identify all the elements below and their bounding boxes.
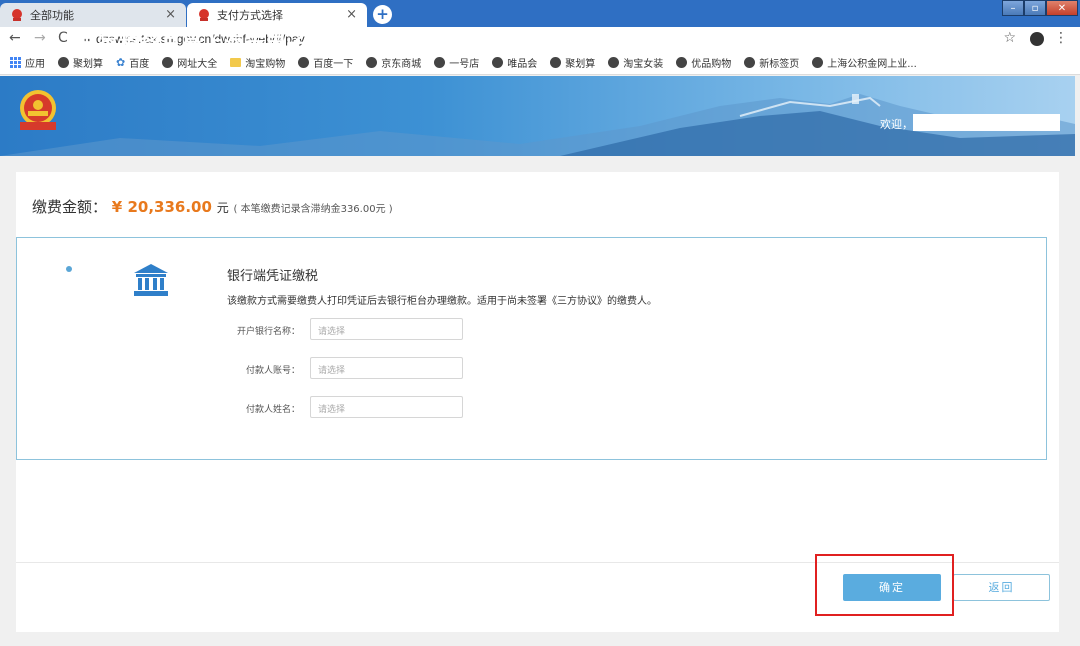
new-tab-button[interactable]: + <box>373 5 392 24</box>
late-fee-note: ( 本笔缴费记录含滞纳金336.00元 ) <box>233 204 393 215</box>
globe-icon <box>492 57 504 68</box>
globe-icon <box>162 57 174 68</box>
payment-method-card <box>16 237 1047 460</box>
payment-amount-line: 缴费金额： ¥ 20,336.00 元 ( 本笔缴费记录含滞纳金336.00元 … <box>32 196 393 217</box>
bookmark-label: 京东商城 <box>381 59 422 70</box>
bank-name-select[interactable]: 请选择 <box>310 318 463 340</box>
bookmark-label: 淘宝购物 <box>245 59 286 70</box>
globe-icon <box>608 57 620 68</box>
apps-grid-icon <box>10 57 21 68</box>
user-name-redacted <box>913 114 1060 131</box>
bookmark-label: 优品购物 <box>691 59 732 70</box>
account-icon[interactable] <box>1030 32 1044 46</box>
globe-icon <box>812 57 824 68</box>
bank-icon <box>134 264 168 296</box>
folder-icon <box>230 58 242 67</box>
payer-account-select[interactable]: 请选择 <box>310 357 463 379</box>
globe-icon <box>366 57 378 68</box>
confirm-highlight-annotation <box>815 554 954 616</box>
bookmark-label: 新标签页 <box>759 59 800 70</box>
globe-icon <box>58 57 69 68</box>
tax-emblem-favicon-icon <box>12 9 22 21</box>
site-title: 国家税务总局上海市电子税务局 <box>77 31 371 55</box>
bookmark-item[interactable]: 百度一下 <box>298 55 353 70</box>
globe-icon <box>434 57 446 68</box>
bookmark-item[interactable]: 上海公积金网上业... <box>812 55 917 70</box>
bookmark-item[interactable]: ✿ 百度 <box>116 55 149 70</box>
bookmark-item[interactable]: 唯品会 <box>492 55 537 70</box>
bookmark-apps[interactable]: 应用 <box>10 55 45 70</box>
bookmark-item[interactable]: 聚划算 <box>58 55 103 70</box>
tab-close-icon[interactable]: × <box>346 7 357 22</box>
method-description: 该缴款方式需要缴费人打印凭证后去银行柜台办理缴款。适用于尚未签署《三方协议》的缴… <box>227 296 657 307</box>
bookmark-item[interactable]: 新标签页 <box>744 55 799 70</box>
reload-icon[interactable]: C <box>58 30 68 46</box>
globe-icon <box>676 57 688 68</box>
payer-name-select[interactable]: 请选择 <box>310 396 463 418</box>
minimize-button[interactable]: – <box>1002 0 1024 16</box>
tab-label: 支付方式选择 <box>217 9 283 22</box>
welcome-text: 欢迎， <box>880 118 913 131</box>
payer-account-label: 付款人账号： <box>245 366 300 376</box>
amount-unit: 元 <box>216 201 229 215</box>
bookmark-label: 聚划算 <box>565 59 596 70</box>
bookmark-label: 应用 <box>25 59 45 70</box>
bookmark-label: 百度一下 <box>313 59 354 70</box>
bookmark-item[interactable]: 淘宝购物 <box>230 55 285 70</box>
back-arrow-icon[interactable]: ← <box>9 30 21 46</box>
bookmark-item[interactable]: 网址大全 <box>162 55 217 70</box>
bookmark-label: 淘宝女装 <box>623 59 664 70</box>
bookmark-item[interactable]: 淘宝女装 <box>608 55 663 70</box>
tab-label: 全部功能 <box>30 9 74 22</box>
bookmark-label: 聚划算 <box>73 59 103 70</box>
tab-close-icon[interactable]: × <box>165 7 176 22</box>
window-close-button[interactable]: ✕ <box>1046 0 1078 16</box>
bank-name-label: 开户银行名称： <box>236 327 300 337</box>
baidu-icon: ✿ <box>116 56 126 69</box>
method-title: 银行端凭证缴税 <box>227 269 319 284</box>
bookmark-item[interactable]: 一号店 <box>434 55 479 70</box>
tax-bureau-emblem-logo <box>20 90 56 130</box>
tax-emblem-favicon-icon <box>199 9 209 21</box>
amount-label: 缴费金额： <box>32 198 108 216</box>
globe-icon <box>298 57 310 68</box>
bookmark-label: 百度 <box>129 59 150 70</box>
forward-arrow-icon[interactable]: → <box>34 30 46 46</box>
amount-value: ¥ 20,336.00 <box>111 198 212 216</box>
bookmark-item[interactable]: 聚划算 <box>550 55 595 70</box>
bookmark-star-icon[interactable]: ☆ <box>1003 30 1016 46</box>
bookmark-label: 上海公积金网上业... <box>827 59 917 70</box>
back-button[interactable]: 返回 <box>953 574 1050 601</box>
globe-icon <box>744 57 756 68</box>
bookmark-label: 一号店 <box>449 59 480 70</box>
bookmark-item[interactable]: 优品购物 <box>676 55 731 70</box>
browser-tab-bar: 全部功能 × 支付方式选择 × + – ▫ ✕ <box>0 0 1080 27</box>
method-radio-button[interactable] <box>66 266 72 272</box>
menu-kebab-icon[interactable]: ⋮ <box>1054 30 1068 46</box>
tab-payment-method[interactable]: 支付方式选择 × <box>187 3 367 27</box>
maximize-button[interactable]: ▫ <box>1024 0 1046 16</box>
bookmark-label: 网址大全 <box>177 59 218 70</box>
payer-name-label: 付款人姓名： <box>245 405 300 415</box>
bookmark-item[interactable]: 京东商城 <box>366 55 421 70</box>
tab-all-functions[interactable]: 全部功能 × <box>0 3 186 27</box>
globe-icon <box>550 57 562 68</box>
bookmark-label: 唯品会 <box>507 59 538 70</box>
